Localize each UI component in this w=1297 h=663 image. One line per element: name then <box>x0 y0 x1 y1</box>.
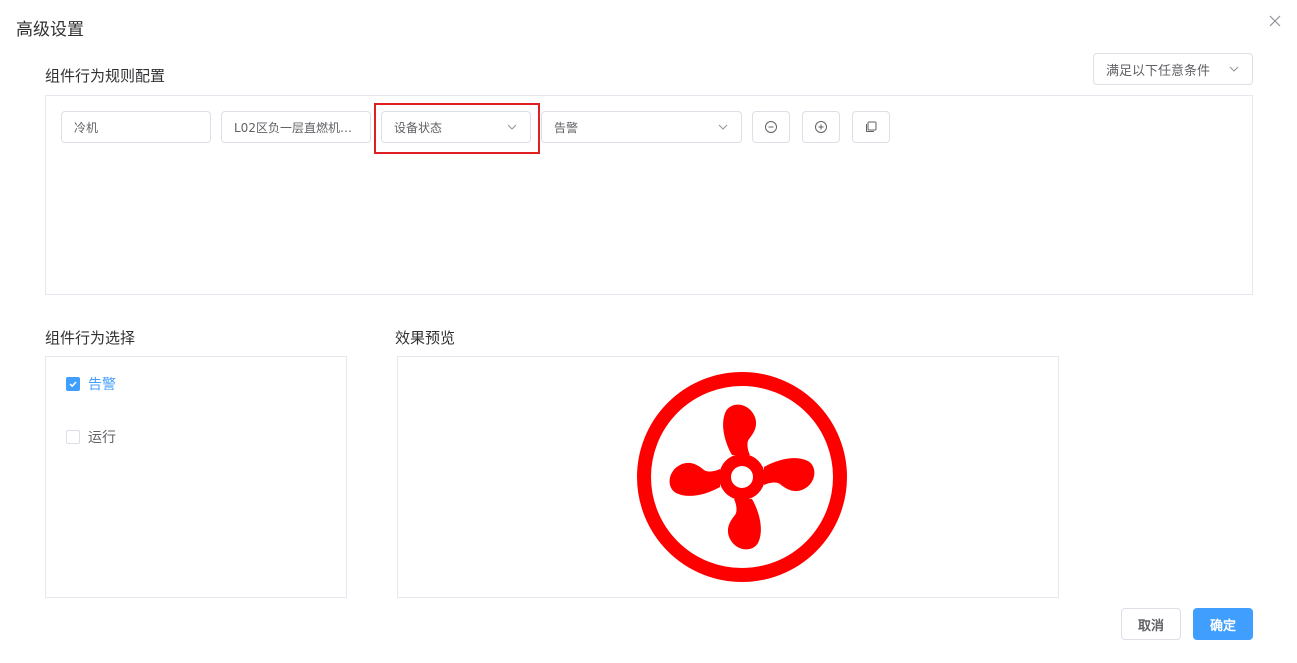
device-type-input[interactable]: 冷机 <box>61 111 211 143</box>
behavior-item-label: 运行 <box>88 430 116 446</box>
condition-mode-select[interactable]: 满足以下任意条件 <box>1093 53 1253 85</box>
behavior-select-title: 组件行为选择 <box>45 329 136 347</box>
remove-rule-button[interactable] <box>752 111 790 143</box>
behavior-item-alarm[interactable]: 告警 <box>66 374 116 394</box>
cancel-button[interactable]: 取消 <box>1121 608 1181 640</box>
preview-title: 效果预览 <box>395 329 456 347</box>
device-name-value: L02区负一层直燃机… <box>234 120 352 135</box>
minus-circle-icon <box>765 121 777 133</box>
fan-icon <box>637 372 847 582</box>
attribute-select[interactable]: 设备状态 <box>381 111 531 143</box>
value-select[interactable]: 告警 <box>541 111 742 143</box>
copy-icon <box>866 121 877 132</box>
confirm-button[interactable]: 确定 <box>1193 608 1253 640</box>
device-name-input[interactable]: L02区负一层直燃机… <box>221 111 371 143</box>
rule-config-title: 组件行为规则配置 <box>45 67 166 85</box>
device-type-value: 冷机 <box>74 120 99 135</box>
attribute-value: 设备状态 <box>394 120 443 135</box>
value-select-value: 告警 <box>554 120 579 135</box>
checkbox-checked[interactable] <box>66 377 80 391</box>
copy-rule-button[interactable] <box>852 111 890 143</box>
check-icon <box>69 381 77 388</box>
dialog-title: 高级设置 <box>16 20 84 40</box>
close-icon[interactable] <box>1266 12 1284 30</box>
condition-mode-value: 满足以下任意条件 <box>1106 63 1211 79</box>
behavior-item-run[interactable]: 运行 <box>66 427 116 447</box>
add-rule-button[interactable] <box>802 111 840 143</box>
chevron-down-icon <box>718 124 728 130</box>
chevron-down-icon <box>1229 66 1239 72</box>
checkbox-unchecked[interactable] <box>66 430 80 444</box>
chevron-down-icon <box>507 124 517 130</box>
plus-circle-icon <box>815 121 827 133</box>
behavior-item-label: 告警 <box>88 377 116 393</box>
